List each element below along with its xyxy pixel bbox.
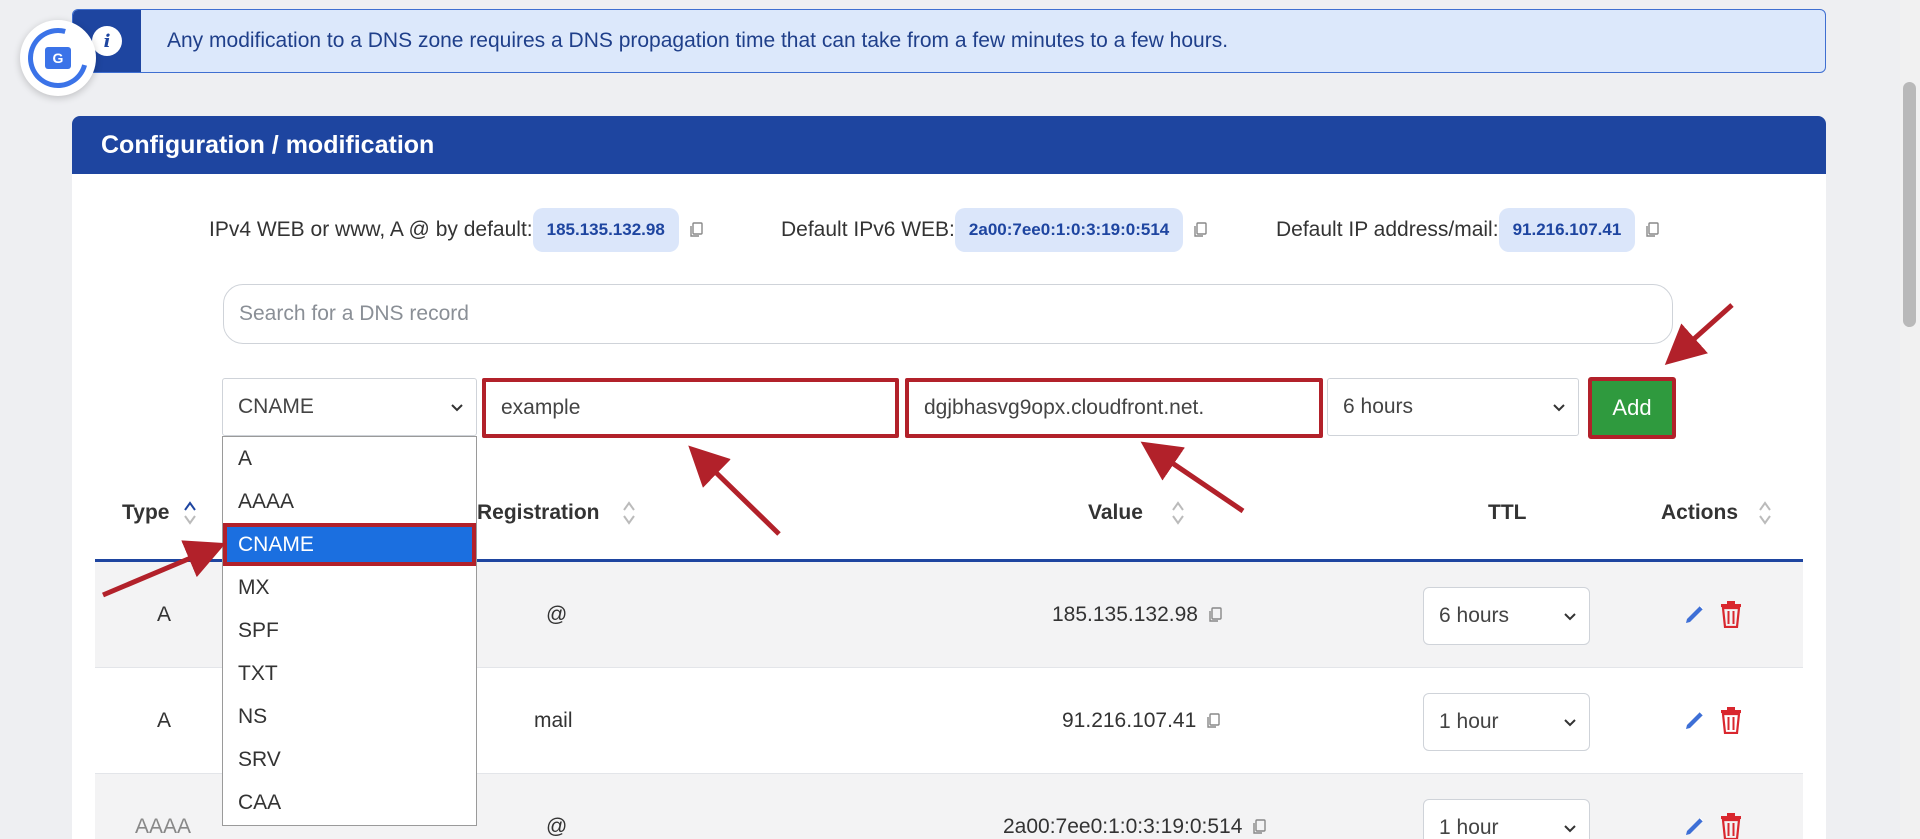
row-registration: @: [546, 603, 568, 626]
ipv6-value: 2a00:7ee0:1:0:3:19:0:514: [954, 208, 1184, 252]
record-value-input[interactable]: dgjbhasvg9opx.cloudfront.net.: [905, 378, 1323, 438]
type-option-cname[interactable]: CNAME: [223, 523, 476, 566]
chevron-down-icon: [1564, 719, 1576, 727]
translate-icon: G: [45, 47, 71, 69]
dns-propagation-notice: i Any modification to a DNS zone require…: [72, 9, 1826, 73]
row-value: 91.216.107.41: [1062, 668, 1220, 774]
row-value: 2a00:7ee0:1:0:3:19:0:514: [1003, 774, 1267, 839]
row-value-text: 2a00:7ee0:1:0:3:19:0:514: [1003, 815, 1243, 838]
header-actions-label: Actions: [1661, 501, 1739, 524]
sort-icon: [1172, 501, 1184, 525]
mail-value: 91.216.107.41: [1498, 208, 1636, 252]
row-registration: @: [546, 815, 568, 838]
record-type-select[interactable]: CNAME: [222, 378, 477, 436]
chevron-down-icon: [1564, 613, 1576, 621]
default-ipv4: IPv4 WEB or www, A @ by default: 185.135…: [209, 208, 703, 252]
column-header-registration[interactable]: Registration: [477, 498, 636, 528]
column-header-actions[interactable]: Actions: [1661, 498, 1772, 528]
column-header-ttl: TTL: [1488, 498, 1526, 528]
copy-icon[interactable]: [1206, 713, 1220, 729]
type-option-spf[interactable]: SPF: [223, 609, 476, 652]
row-ttl-select[interactable]: 1 hour: [1423, 799, 1590, 839]
header-registration-label: Registration: [477, 501, 600, 524]
column-header-type[interactable]: Type: [122, 498, 197, 528]
default-ipv6: Default IPv6 WEB: 2a00:7ee0:1:0:3:19:0:5…: [781, 208, 1207, 252]
header-type-label: Type: [122, 501, 170, 524]
row-registration: mail: [534, 709, 573, 732]
row-value-text: 185.135.132.98: [1052, 603, 1198, 626]
row-type: AAAA: [135, 815, 192, 838]
copy-icon[interactable]: [1208, 607, 1222, 623]
record-type-value: CNAME: [238, 395, 314, 418]
header-value-label: Value: [1088, 501, 1143, 524]
copy-icon[interactable]: [1252, 819, 1267, 835]
chevron-down-icon: [1553, 404, 1565, 412]
chevron-down-icon: [1564, 825, 1576, 833]
ipv4-label: IPv4 WEB or www, A @ by default:: [209, 218, 533, 241]
card-title: Configuration / modification: [72, 116, 1826, 174]
record-name-value: example: [501, 396, 581, 419]
type-option-mx[interactable]: MX: [223, 566, 476, 609]
trash-icon[interactable]: [1719, 706, 1743, 734]
dns-search-input[interactable]: [223, 284, 1673, 344]
info-icon: i: [92, 26, 122, 56]
row-value: 185.135.132.98: [1052, 562, 1222, 668]
copy-icon[interactable]: [1645, 222, 1659, 238]
pencil-icon[interactable]: [1683, 602, 1707, 626]
mail-label: Default IP address/mail:: [1276, 218, 1499, 241]
row-ttl-select[interactable]: 6 hours: [1423, 587, 1590, 645]
trash-icon[interactable]: [1719, 600, 1743, 628]
translate-widget-button[interactable]: G: [17, 17, 99, 99]
record-name-input[interactable]: example: [482, 378, 899, 438]
sort-icon: [622, 501, 635, 525]
ipv6-label: Default IPv6 WEB:: [781, 218, 955, 241]
type-option-srv[interactable]: SRV: [223, 738, 476, 781]
record-type-dropdown: A AAAA CNAME MX SPF TXT NS SRV CAA: [222, 436, 477, 826]
record-ttl-select[interactable]: 6 hours: [1327, 378, 1579, 436]
pencil-icon[interactable]: [1683, 708, 1707, 732]
header-ttl-label: TTL: [1488, 501, 1527, 524]
page-scrollbar-thumb[interactable]: [1903, 82, 1916, 327]
add-record-button[interactable]: Add: [1588, 377, 1676, 439]
copy-icon[interactable]: [689, 222, 703, 238]
ipv4-value: 185.135.132.98: [532, 208, 679, 252]
record-value-value: dgjbhasvg9opx.cloudfront.net.: [924, 396, 1205, 419]
row-value-text: 91.216.107.41: [1062, 709, 1197, 732]
sort-icon: [1759, 501, 1771, 525]
sort-icon: [184, 501, 197, 525]
row-ttl-value: 6 hours: [1439, 604, 1510, 627]
chevron-down-icon: [451, 404, 463, 412]
row-type: A: [157, 709, 172, 732]
trash-icon[interactable]: [1719, 812, 1743, 839]
notice-text: Any modification to a DNS zone requires …: [167, 29, 1229, 52]
column-header-value[interactable]: Value: [1088, 498, 1185, 528]
default-mail-ip: Default IP address/mail: 91.216.107.41: [1276, 208, 1659, 252]
row-type: A: [157, 603, 172, 626]
pencil-icon[interactable]: [1683, 814, 1707, 838]
type-option-aaaa[interactable]: AAAA: [223, 480, 476, 523]
copy-icon[interactable]: [1193, 222, 1207, 238]
row-ttl-value: 1 hour: [1439, 816, 1499, 839]
type-option-a[interactable]: A: [223, 437, 476, 480]
record-ttl-value: 6 hours: [1343, 395, 1414, 418]
row-ttl-select[interactable]: 1 hour: [1423, 693, 1590, 751]
type-option-caa[interactable]: CAA: [223, 781, 476, 824]
type-option-txt[interactable]: TXT: [223, 652, 476, 695]
type-option-ns[interactable]: NS: [223, 695, 476, 738]
row-ttl-value: 1 hour: [1439, 710, 1499, 733]
